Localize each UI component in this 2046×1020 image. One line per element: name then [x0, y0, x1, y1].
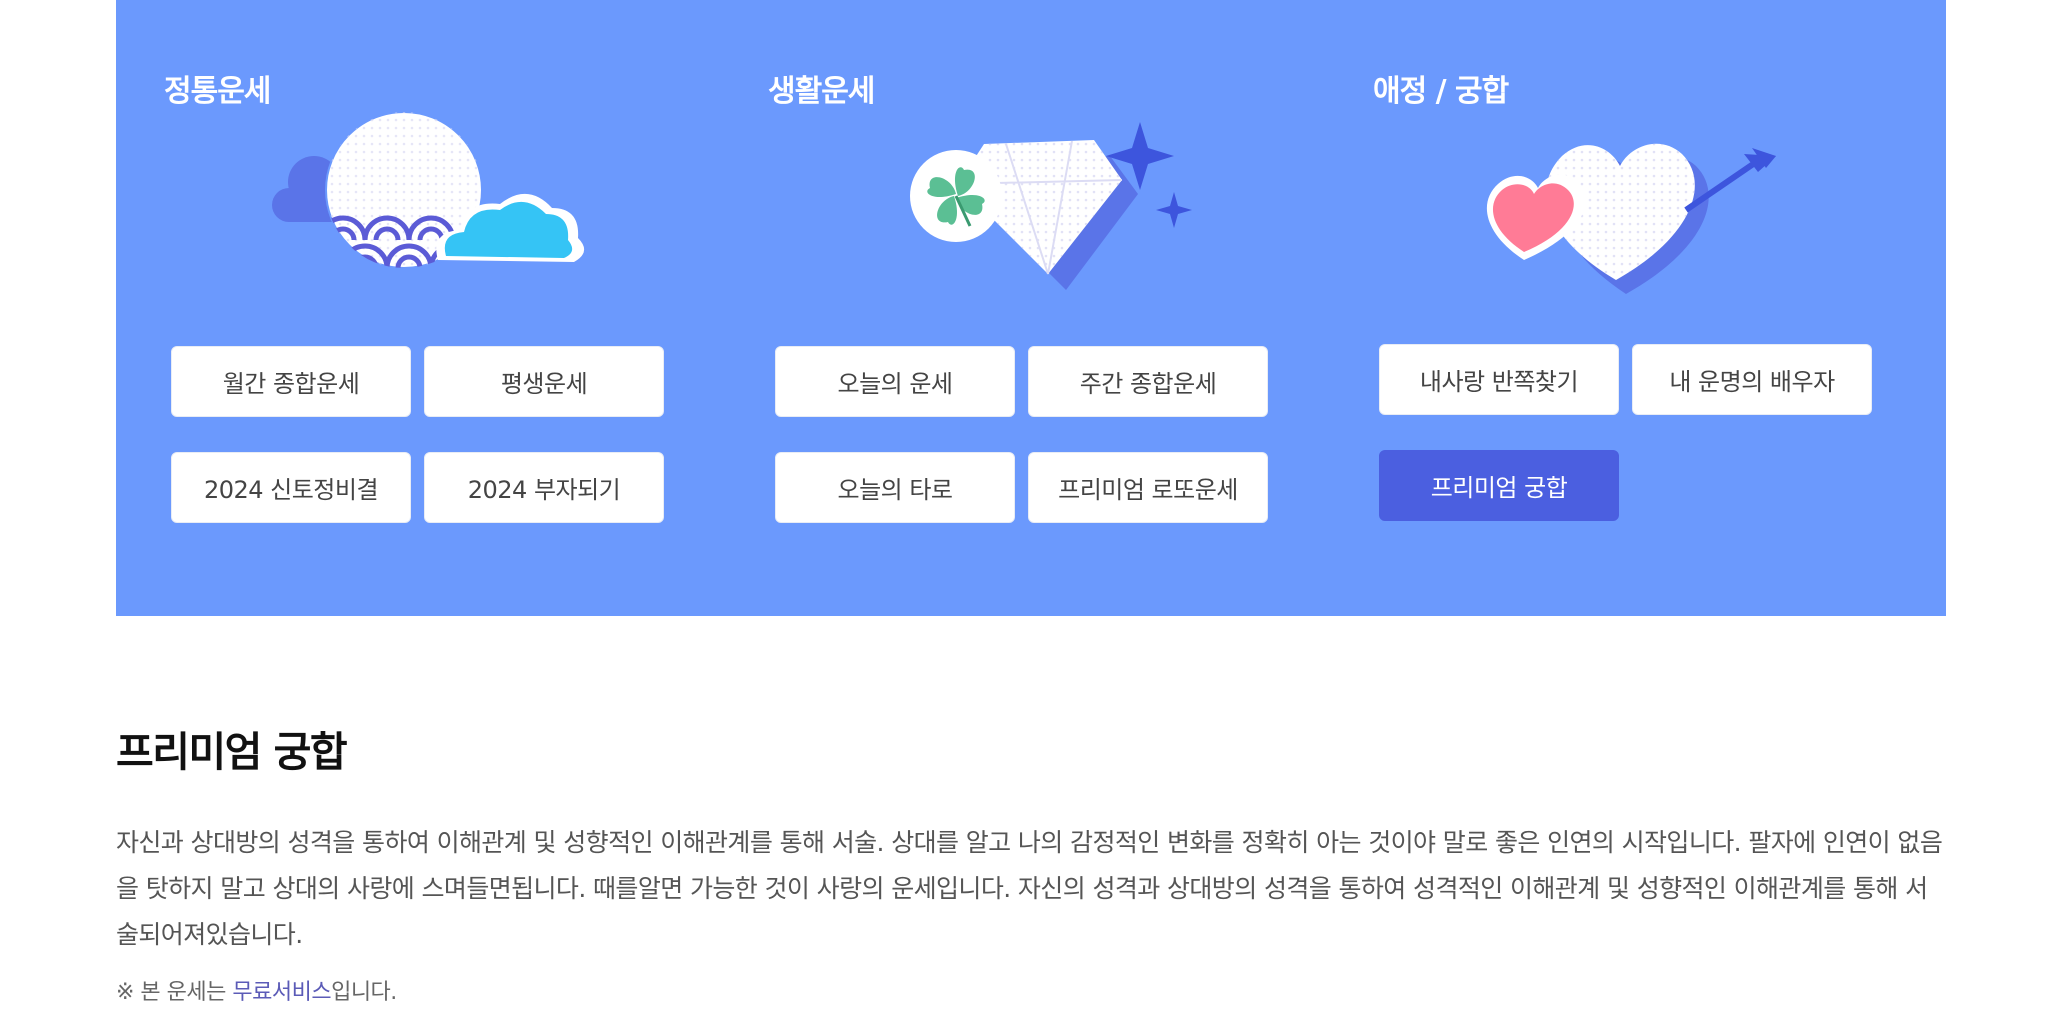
fortune-button-lotto[interactable]: 프리미엄 로또운세 — [1028, 452, 1268, 523]
hearts-arrow-icon — [1476, 110, 1816, 300]
note-suffix: 입니다. — [331, 980, 397, 1005]
fortune-button-today[interactable]: 오늘의 운세 — [775, 346, 1015, 417]
category-title-love: 애정 / 궁합 — [1373, 74, 1509, 109]
page-title: 프리미엄 궁합 — [116, 728, 348, 776]
category-title-lifestyle: 생활운세 — [768, 74, 875, 109]
section-description: 자신과 상대방의 성격을 통하여 이해관계 및 성향적인 이해관계를 통해 서술… — [116, 828, 1943, 949]
fortune-button-tojeong-2024[interactable]: 2024 신토정비결 — [171, 452, 411, 523]
note-prefix: ※ 본 운세는 — [116, 980, 233, 1005]
fortune-button-soulmate-search[interactable]: 내사랑 반쪽찾기 — [1379, 344, 1619, 415]
category-title-traditional: 정통운세 — [164, 74, 271, 109]
clover-diamond-sparkle-icon — [876, 110, 1216, 300]
free-service-note: ※ 본 운세는 무료서비스입니다. — [116, 974, 397, 1006]
fortune-button-lifetime[interactable]: 평생운세 — [424, 346, 664, 417]
fortune-button-monthly[interactable]: 월간 종합운세 — [171, 346, 411, 417]
fortune-button-tarot[interactable]: 오늘의 타로 — [775, 452, 1015, 523]
note-highlight: 무료서비스 — [232, 980, 332, 1005]
fortune-button-weekly[interactable]: 주간 종합운세 — [1028, 346, 1268, 417]
fortune-category-panel: 정통운세 월간 종합운세 평생운세 2024 신토정비결 2024 부자되기 생… — [116, 0, 1946, 616]
moon-cloud-waves-icon — [266, 110, 606, 300]
fortune-button-destined-spouse[interactable]: 내 운명의 배우자 — [1632, 344, 1872, 415]
fortune-button-premium-compatibility[interactable]: 프리미엄 궁합 — [1379, 450, 1619, 521]
fortune-button-wealth-2024[interactable]: 2024 부자되기 — [424, 452, 664, 523]
